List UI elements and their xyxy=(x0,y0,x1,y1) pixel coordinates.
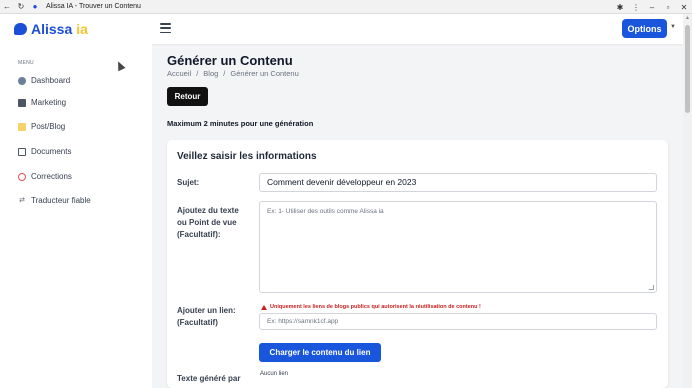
angle-textarea[interactable]: Ex: 1- Utiliser des outils comme Alissa … xyxy=(259,201,657,293)
circle-x-icon xyxy=(18,172,26,181)
chevron-down-icon[interactable]: ▼ xyxy=(670,24,676,30)
breadcrumb-item-accueil[interactable]: Accueil xyxy=(167,69,191,78)
form-title: Veillez saisir les informations xyxy=(177,151,317,162)
breadcrumb-separator: / xyxy=(223,69,226,78)
subject-label: Sujet: xyxy=(177,178,200,187)
back-arrow-icon[interactable]: ← xyxy=(0,0,14,14)
hamburger-menu-icon[interactable] xyxy=(160,23,171,33)
load-link-content-button[interactable]: Charger le contenu du lien xyxy=(259,343,381,362)
breadcrumb: Accueil / Blog / Générer un Contenu xyxy=(167,69,299,78)
briefcase-icon xyxy=(18,98,26,107)
link-label-line: Ajouter un lien: xyxy=(177,306,236,315)
subject-input[interactable]: Comment devenir développeur en 2023 xyxy=(259,173,657,192)
angle-label: Ajoutez du texte ou Point de vue (Facult… xyxy=(177,205,239,241)
more-vertical-icon[interactable]: ⋮ xyxy=(628,0,644,14)
sidebar-item-label: Corrections xyxy=(31,172,72,181)
sidebar-item-dashboard[interactable]: Dashboard xyxy=(18,76,70,85)
back-button[interactable]: Retour xyxy=(167,87,208,106)
link-warning-text: Uniquement les liens de blogs publics qu… xyxy=(270,304,481,310)
sidebar-item-label: Traducteur fiable xyxy=(31,196,91,205)
sidebar-item-traducteur[interactable]: ⇄ Traducteur fiable xyxy=(18,196,91,205)
sidebar-item-label: Marketing xyxy=(31,98,67,107)
angle-label-line: Ajoutez du texte xyxy=(177,206,239,215)
angle-label-line: ou Point de vue xyxy=(177,218,237,227)
close-icon[interactable]: ✕ xyxy=(676,0,692,14)
app-header: Alissa ia Options ▼ xyxy=(0,14,683,44)
scroll-up-arrow-icon[interactable]: ▲ xyxy=(683,14,692,23)
breadcrumb-item-blog[interactable]: Blog xyxy=(203,69,218,78)
dashboard-icon xyxy=(18,76,26,85)
sidebar-item-label: Dashboard xyxy=(31,76,71,85)
link-label-line: (Facultatif) xyxy=(177,318,218,327)
reload-icon[interactable]: ↻ xyxy=(14,0,28,14)
breadcrumb-item-current: Générer un Contenu xyxy=(230,69,299,78)
no-link-text: Aucun lien xyxy=(260,371,289,377)
sidebar-item-marketing[interactable]: Marketing xyxy=(18,98,66,107)
app-favicon-icon: ● xyxy=(32,2,38,11)
folder-icon xyxy=(18,122,26,131)
menu-section-label: MENU xyxy=(18,60,34,66)
brand-name: Alissa xyxy=(31,21,73,37)
brand-suffix: ia xyxy=(76,21,88,37)
options-button[interactable]: Options xyxy=(622,19,667,38)
form-card: Veillez saisir les informations Sujet: C… xyxy=(167,140,668,388)
speech-bubble-icon xyxy=(14,23,27,35)
arrows-swap-icon: ⇄ xyxy=(19,196,25,204)
sidebar-item-documents[interactable]: Documents xyxy=(18,147,71,156)
sidebar: MENU xyxy=(0,44,152,388)
generation-time-notice: Maximum 2 minutes pour une génération xyxy=(167,119,314,128)
breadcrumb-separator: / xyxy=(196,69,199,78)
page-title: Générer un Contenu xyxy=(167,53,293,68)
angle-placeholder: Ex: 1- Utiliser des outils comme Alissa … xyxy=(267,208,384,215)
sidebar-item-corrections[interactable]: Corrections xyxy=(18,172,72,181)
logo[interactable]: Alissa ia xyxy=(14,21,88,37)
document-icon xyxy=(18,147,26,156)
angle-label-line: (Facultatif): xyxy=(177,230,221,239)
sidebar-item-label: Post/Blog xyxy=(31,122,66,131)
extensions-icon[interactable]: ✱ xyxy=(612,0,628,14)
window-title: Alissa IA - Trouver un Contenu xyxy=(46,3,141,10)
maximize-icon[interactable]: ▫ xyxy=(660,0,676,14)
browser-titlebar: ← ↻ ● Alissa IA - Trouver un Contenu ✱ ⋮… xyxy=(0,0,692,14)
scrollbar-thumb[interactable] xyxy=(685,25,690,113)
resize-handle-icon[interactable] xyxy=(649,285,654,290)
link-label: Ajouter un lien: (Facultatif) xyxy=(177,305,236,329)
link-input[interactable]: Ex: https://samnk1cf.app xyxy=(259,313,657,330)
warning-triangle-icon xyxy=(261,304,267,310)
generated-text-label: Texte généré par xyxy=(177,374,241,383)
sidebar-item-label: Documents xyxy=(31,147,72,156)
minimize-icon[interactable]: – xyxy=(644,0,660,14)
page-scrollbar[interactable]: ▲ xyxy=(683,14,692,388)
sidebar-item-post-blog[interactable]: Post/Blog xyxy=(18,122,65,131)
link-warning: Uniquement les liens de blogs publics qu… xyxy=(261,304,481,310)
